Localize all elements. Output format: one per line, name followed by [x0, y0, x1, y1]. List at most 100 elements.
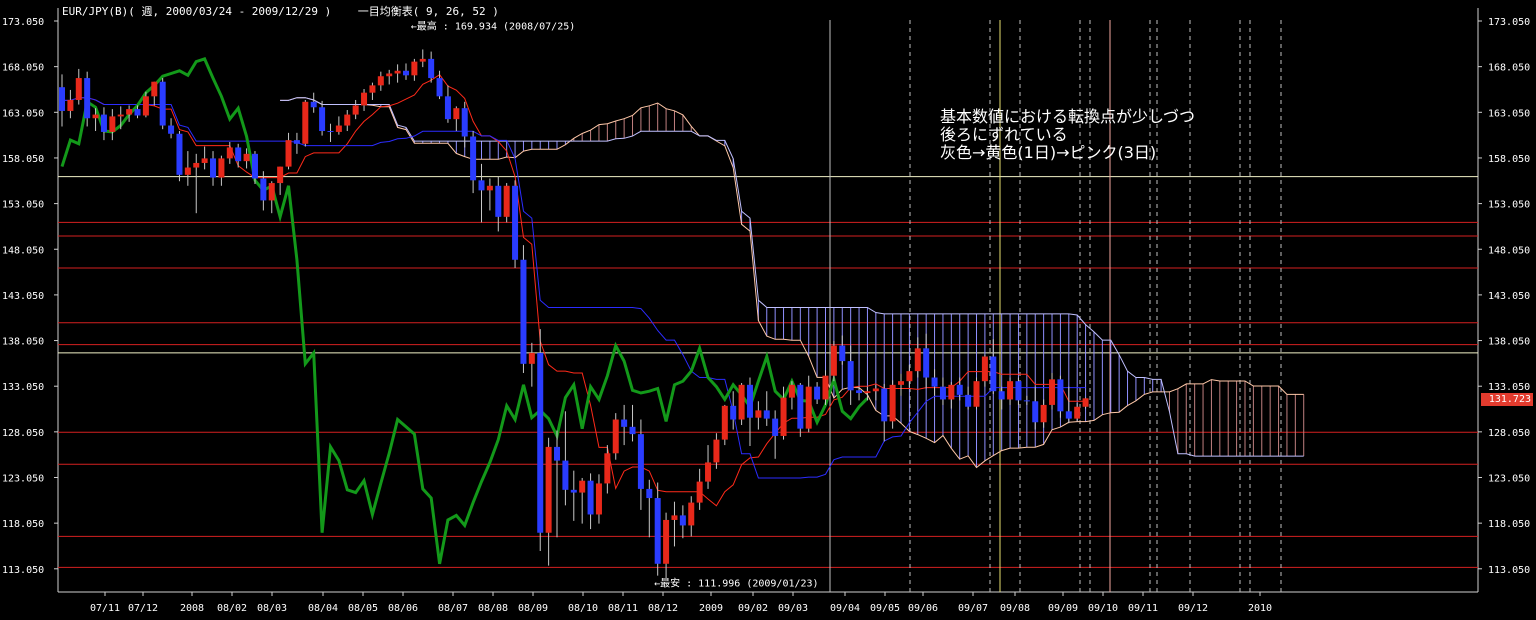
- candle-body: [545, 446, 552, 533]
- candle-body: [595, 483, 602, 515]
- x-tick-label: 2008: [180, 603, 204, 614]
- candle-body: [277, 166, 284, 184]
- y-tick-label-left: 163.050: [2, 108, 44, 119]
- candle-body: [268, 183, 275, 201]
- candle-body: [1007, 381, 1014, 400]
- candle-body: [151, 81, 158, 97]
- candle-body: [201, 158, 208, 163]
- candle-body: [310, 101, 317, 108]
- candle-body: [285, 140, 292, 167]
- candle-body: [327, 131, 334, 133]
- candle-body: [621, 419, 628, 427]
- y-tick-label-left: 173.050: [2, 17, 44, 28]
- y-tick-label-right: 158.050: [1488, 154, 1530, 165]
- candle-body: [914, 348, 921, 372]
- candle-body: [386, 73, 393, 77]
- candle-body: [696, 481, 703, 503]
- x-tick-label: 09/08: [1000, 603, 1030, 614]
- candle-body: [260, 178, 267, 201]
- candle-body: [780, 397, 787, 436]
- candle-body: [881, 388, 888, 422]
- x-tick-label: 08/05: [348, 603, 378, 614]
- candle-body: [663, 519, 670, 564]
- y-tick-label-right: 148.050: [1488, 245, 1530, 256]
- y-tick-label-left: 133.050: [2, 382, 44, 393]
- candle-body: [830, 345, 837, 376]
- candle-body: [730, 405, 737, 420]
- ichimoku-chart: 173.050 173.050 168.050 168.050 163.050 163.0…: [0, 0, 1536, 620]
- candle-body: [822, 375, 829, 400]
- candle-body: [512, 185, 519, 260]
- candle-body: [898, 381, 904, 385]
- candle-body: [210, 158, 217, 178]
- candle-body: [251, 153, 258, 179]
- y-tick-label-right: 143.050: [1488, 291, 1530, 302]
- candle-body: [654, 498, 661, 564]
- candle-body: [587, 480, 594, 515]
- x-tick-label: 09/07: [958, 603, 988, 614]
- y-tick-label-right: 133.050: [1488, 382, 1530, 393]
- y-tick-label-right: 128.050: [1488, 428, 1530, 439]
- candle-body: [956, 384, 963, 395]
- x-tick-label: 09/12: [1178, 603, 1208, 614]
- candle-body: [738, 384, 745, 420]
- candle-body: [755, 410, 762, 418]
- candle-body: [92, 114, 99, 119]
- candle-body: [637, 434, 644, 489]
- candle-body: [889, 384, 896, 422]
- x-tick-label: 08/11: [608, 603, 638, 614]
- candle-body: [612, 419, 619, 454]
- candle-body: [470, 136, 477, 181]
- y-tick-label-left: 118.050: [2, 519, 44, 530]
- candle-body: [168, 125, 175, 134]
- candle-body: [411, 61, 418, 76]
- y-tick-label-right: 163.050: [1488, 108, 1530, 119]
- annotation-line-3: 灰色→黄色(1日)→ピンク(3日): [940, 143, 1157, 162]
- candle-body: [402, 70, 409, 76]
- candle-body: [486, 185, 493, 191]
- highest-price-label: ←最高 : 169.934 (2008/07/25): [411, 19, 576, 32]
- x-tick-label: 09/10: [1088, 603, 1118, 614]
- candle-body: [226, 147, 233, 159]
- y-tick-label-right: 153.050: [1488, 200, 1530, 211]
- candle-body: [109, 116, 116, 132]
- candle-body: [872, 388, 879, 392]
- candle-body: [1074, 406, 1081, 419]
- candle-body: [923, 348, 930, 378]
- candle-body: [981, 356, 988, 382]
- candle-body: [134, 109, 141, 116]
- y-tick-label-right: 118.050: [1488, 519, 1530, 530]
- x-tick-label: 08/06: [388, 603, 418, 614]
- candle-body: [235, 147, 242, 162]
- candle-body: [520, 259, 527, 364]
- x-tick-label: 09/02: [738, 603, 768, 614]
- candle-body: [721, 405, 728, 440]
- chart-background: [0, 0, 1536, 620]
- candle-body: [159, 81, 166, 126]
- candle-body: [864, 391, 871, 394]
- candle-body: [688, 502, 695, 526]
- candle-body: [990, 356, 997, 392]
- y-tick-label-left: 168.050: [2, 63, 44, 74]
- candle-body: [478, 180, 485, 191]
- candle-body: [772, 418, 779, 436]
- x-tick-label: 09/09: [1048, 603, 1078, 614]
- candle-body: [243, 153, 250, 162]
- candle-body: [394, 70, 401, 74]
- candle-body: [1015, 381, 1022, 401]
- y-tick-label-left: 138.050: [2, 337, 44, 348]
- lowest-price-label: ←最安 : 111.996 (2009/01/23): [654, 576, 819, 589]
- candle-body: [75, 78, 82, 100]
- x-tick-label: 09/05: [870, 603, 900, 614]
- x-tick-label: 2009: [699, 603, 723, 614]
- candle-body: [84, 78, 91, 119]
- candle-body: [377, 76, 384, 86]
- x-tick-label: 2010: [1248, 603, 1272, 614]
- y-tick-label-left: 128.050: [2, 428, 44, 439]
- candle-body: [671, 515, 678, 520]
- candle-body: [369, 85, 376, 93]
- candle-body: [67, 99, 74, 111]
- candle-body: [579, 480, 586, 493]
- candle-body: [679, 515, 686, 526]
- x-tick-label: 08/09: [518, 603, 548, 614]
